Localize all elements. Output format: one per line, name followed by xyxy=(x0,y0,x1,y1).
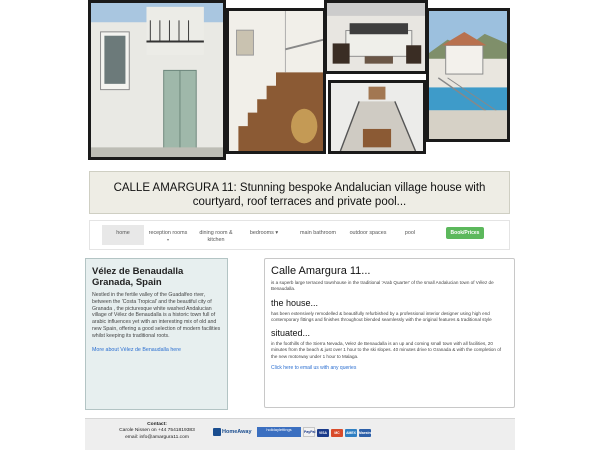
main-nav: home reception rooms ▾ dining room & kit… xyxy=(89,220,510,250)
photo-collage xyxy=(0,0,600,160)
situated-description: in the foothills of the Sierra Nevada, V… xyxy=(271,341,502,359)
maestro-card-icon: Maestro xyxy=(359,429,373,437)
stairwell-photo xyxy=(328,80,426,154)
visa-card-icon: VISA xyxy=(317,429,329,437)
homeaway-label: HomeAway xyxy=(222,429,252,435)
mastercard-icon: MC xyxy=(331,429,343,437)
nav-item-home[interactable]: home xyxy=(102,225,144,245)
situated-heading: situated... xyxy=(271,328,311,339)
chevron-down-icon: ▾ xyxy=(275,230,279,236)
contact-email[interactable]: email: info@amargura11.com xyxy=(125,435,189,440)
holidaylettings-label: holidaylettings xyxy=(266,427,292,432)
nav-item-label: outdoor spaces xyxy=(349,230,387,236)
holidaylettings-logo[interactable]: holidaylettings xyxy=(257,427,301,437)
nav-item-label: bedrooms xyxy=(249,230,274,236)
contact-block: Contact: Carole Nissen on +44 7541819383… xyxy=(99,422,215,441)
paypal-label: PayPal xyxy=(304,430,316,434)
nav-item-main-bathroom[interactable]: main bathroom xyxy=(296,230,340,237)
property-title: Calle Amargura 11... xyxy=(271,265,371,277)
homeaway-icon xyxy=(213,428,221,436)
staircase-photo xyxy=(226,8,326,154)
roof-terrace-lounge-photo xyxy=(324,0,428,74)
footer: Contact: Carole Nissen on +44 7541819383… xyxy=(85,418,515,450)
chevron-down-icon: ▾ xyxy=(166,237,169,242)
pool-terrace-photo xyxy=(426,8,510,142)
nav-item-outdoor-spaces[interactable]: outdoor spaces xyxy=(346,230,390,237)
house-heading: the house... xyxy=(271,297,319,308)
location-panel: Vélez de Benaudalla Granada, Spain Nestl… xyxy=(85,258,228,410)
nav-item-label: reception rooms xyxy=(148,230,188,236)
homeaway-logo[interactable]: HomeAway xyxy=(213,427,255,437)
nav-item-label: home xyxy=(116,230,130,236)
nav-item-label: pool xyxy=(404,230,416,236)
email-us-link[interactable]: Click here to email us with any queries xyxy=(271,365,508,371)
nav-item-reception-rooms[interactable]: reception rooms ▾ xyxy=(146,230,190,242)
headline-banner: CALLE AMARGURA 11: Stunning bespoke Anda… xyxy=(89,171,510,214)
nav-item-label: dining room & kitchen xyxy=(199,230,233,243)
paypal-logo: PayPal xyxy=(303,427,315,437)
nav-item-pool[interactable]: pool xyxy=(398,230,422,237)
nav-item-bedrooms[interactable]: bedrooms ▾ xyxy=(244,230,284,237)
property-panel: Calle Amargura 11... is a superb large t… xyxy=(264,258,515,408)
house-exterior-photo xyxy=(88,0,226,160)
page-title: CALLE AMARGURA 11: Stunning bespoke Anda… xyxy=(113,182,486,208)
location-description: Nestled in the fertile valley of the Gua… xyxy=(92,292,221,339)
more-about-link[interactable]: More about Vélez de Benaudalla here xyxy=(92,347,221,353)
location-title: Vélez de Benaudalla Granada, Spain xyxy=(92,266,184,288)
property-intro: is a superb large terraced townhouse in … xyxy=(271,280,494,292)
contact-phone: Carole Nissen on +44 7541819383 xyxy=(119,428,195,434)
nav-item-label: main bathroom xyxy=(300,230,336,236)
book-prices-button[interactable]: Book/Prices xyxy=(446,227,484,239)
amex-card-icon: AMEX xyxy=(345,429,357,437)
house-description: has been extensively remodelled & beauti… xyxy=(271,310,492,322)
contact-label: Contact: xyxy=(147,422,167,427)
nav-item-dining-room-kitchen[interactable]: dining room & kitchen xyxy=(194,230,238,244)
